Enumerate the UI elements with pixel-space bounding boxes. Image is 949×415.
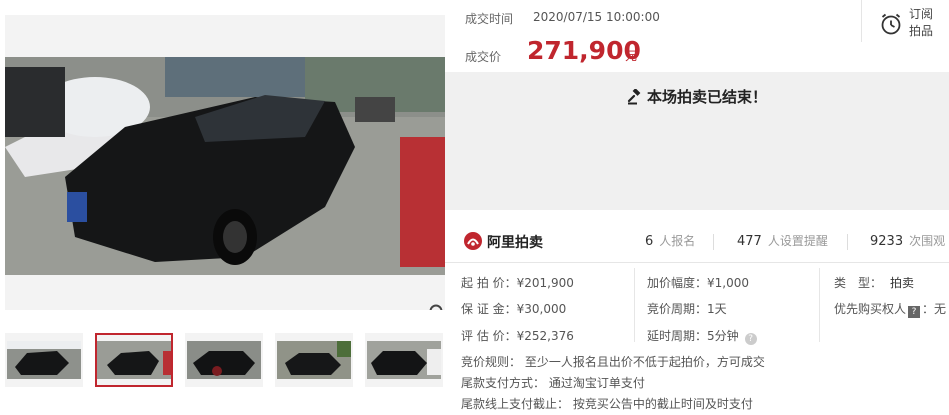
type-label: 类 型： (834, 276, 883, 290)
extension-period: 延时周期：5分钟? (647, 327, 757, 345)
stat-divider (847, 234, 848, 250)
auction-status-panel: 本场拍卖已结束！ (445, 72, 949, 210)
priority-value: ：无 (922, 302, 947, 316)
main-photo-frame (5, 15, 445, 310)
deal-time-value: 2020/07/15 10:00:00 (533, 10, 660, 24)
zoom-icon[interactable] (428, 303, 445, 310)
ali-auction-brand: 阿里拍卖 (463, 231, 543, 252)
auction-type: 类 型： 拍卖 (834, 274, 914, 291)
extension-text: 延时周期：5分钟 (647, 329, 739, 343)
stat-divider (713, 234, 714, 250)
bid-rule: 竞价规则： 至少一人报名且出价不低于起拍价，方可成交 (461, 355, 765, 369)
column-divider (634, 268, 635, 342)
deal-header: 成交时间 2020/07/15 10:00:00 成交价 271,900 元 订… (445, 0, 949, 72)
view-number: 9233 (870, 234, 904, 249)
subscribe-line1: 订阅 (909, 7, 934, 21)
car-photo[interactable] (5, 57, 445, 275)
gavel-icon (627, 88, 641, 105)
subscribe-line2: 拍品 (909, 24, 934, 38)
view-unit: 次围观 (909, 234, 946, 248)
reminder-number: 477 (737, 234, 762, 249)
help-icon[interactable]: ? (744, 333, 757, 345)
priority-label: 优先购买权人 (834, 302, 907, 316)
column-divider (819, 268, 820, 342)
brand-text: 阿里拍卖 (487, 235, 543, 251)
type-value: 拍卖 (890, 276, 915, 290)
ali-auction-logo-icon (464, 232, 482, 250)
thumbnail-strip (5, 333, 445, 388)
signup-number: 6 (645, 234, 654, 249)
deposit: 保 证 金：¥30,000 (461, 302, 567, 316)
subscribe-button[interactable]: 订阅 拍品 (877, 4, 949, 44)
thumbnail-4[interactable] (275, 333, 353, 387)
auction-ended-text: 本场拍卖已结束！ (646, 88, 767, 106)
start-price: 起 拍 价：¥201,900 (461, 276, 574, 290)
auction-ended-message: 本场拍卖已结束！ (445, 86, 949, 107)
priority-info-icon[interactable]: ? (908, 306, 921, 318)
thumbnail-5[interactable] (365, 333, 443, 387)
bid-period: 竞价周期：1天 (647, 302, 727, 316)
payment-method: 尾款支付方式： 通过淘宝订单支付 (461, 376, 645, 390)
thumbnail-3[interactable] (185, 333, 263, 387)
priority-buyer: 优先购买权人? ：无 (834, 300, 946, 318)
thumbnail-1[interactable] (5, 333, 83, 387)
auction-stats: 阿里拍卖 6 人报名 477 人设置提醒 9233 次围观 (445, 222, 949, 263)
deal-time-label: 成交时间 (465, 12, 514, 26)
thumbnail-2[interactable] (95, 333, 173, 387)
deal-price-value: 271,900 (527, 36, 641, 65)
reminder-count: 477 人设置提醒 (737, 232, 828, 249)
alarm-clock-icon (881, 13, 901, 35)
deal-price-unit: 元 (625, 49, 638, 63)
header-divider (861, 0, 862, 42)
bid-increment: 加价幅度：¥1,000 (647, 276, 749, 290)
view-count: 9233 次围观 (870, 232, 945, 249)
valuation: 评 估 价：¥252,376 (461, 329, 574, 343)
signup-count: 6 人报名 (645, 232, 695, 249)
signup-unit: 人报名 (659, 234, 696, 248)
deal-price-label: 成交价 (465, 50, 502, 64)
payment-deadline: 尾款线上支付截止： 按竞买公告中的截止时间及时支付 (461, 397, 753, 411)
reminder-unit: 人设置提醒 (767, 234, 828, 248)
